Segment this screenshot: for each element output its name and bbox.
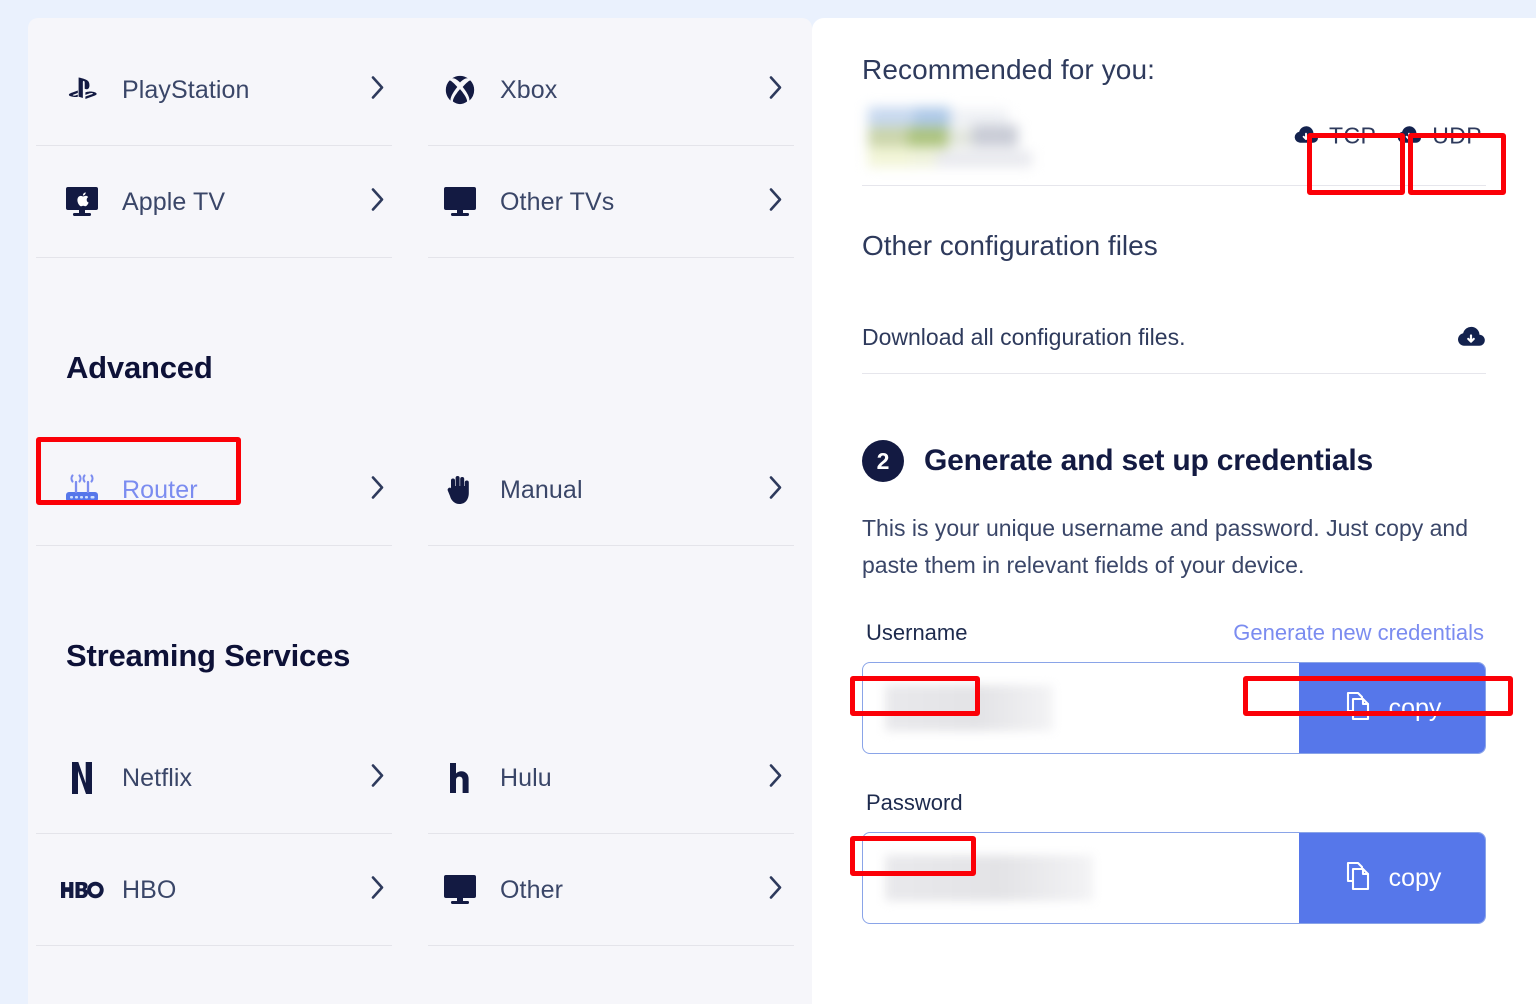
- download-tcp-button[interactable]: TCP: [1289, 116, 1380, 155]
- section-heading-streaming: Streaming Services: [66, 638, 351, 673]
- download-udp-button[interactable]: UDP: [1392, 116, 1486, 155]
- tv-icon: [438, 180, 482, 224]
- chevron-right-icon: [370, 875, 386, 906]
- device-label: Other: [500, 875, 564, 904]
- setup-page: PlayStation Xbox Apple TV Other TVs Adva…: [0, 0, 1536, 1004]
- chevron-right-icon: [768, 75, 784, 106]
- hulu-icon: [438, 756, 482, 800]
- device-label: HBO: [122, 875, 177, 904]
- chevron-right-icon: [768, 763, 784, 794]
- section-heading-advanced: Advanced: [66, 350, 213, 385]
- device-label: Hulu: [500, 763, 552, 792]
- cloud-download-icon: [1396, 126, 1422, 146]
- password-masked-value: [885, 855, 1093, 901]
- step-number-badge: 2: [862, 440, 904, 482]
- device-label: PlayStation: [122, 75, 250, 104]
- download-all-label: Download all configuration files.: [862, 324, 1186, 350]
- cloud-download-icon[interactable]: [1456, 326, 1486, 349]
- username-masked-value: [885, 685, 1053, 731]
- device-item-hulu[interactable]: Hulu: [420, 722, 812, 834]
- device-item-other-tvs[interactable]: Other TVs: [420, 146, 812, 258]
- step-title: Generate and set up credentials: [924, 444, 1373, 477]
- hand-icon: [438, 468, 482, 512]
- download-tcp-label: TCP: [1329, 122, 1377, 148]
- password-value[interactable]: [863, 833, 1299, 923]
- device-label: Netflix: [122, 763, 193, 792]
- netflix-icon: [60, 756, 104, 800]
- username-field[interactable]: copy: [862, 662, 1486, 754]
- recommended-server-row: TCP UDP: [862, 86, 1486, 186]
- download-all-row[interactable]: Download all configuration files.: [862, 302, 1486, 374]
- device-item-router[interactable]: Router: [28, 434, 420, 546]
- password-label-row: Password: [862, 790, 1486, 824]
- download-udp-label: UDP: [1432, 122, 1482, 148]
- copy-icon: [1343, 690, 1373, 727]
- device-item-manual[interactable]: Manual: [420, 434, 812, 546]
- hbo-icon: [60, 868, 104, 912]
- cloud-download-icon: [1293, 126, 1319, 146]
- username-label: Username: [866, 620, 968, 645]
- download-protocol-buttons: TCP UDP: [1289, 116, 1486, 155]
- chevron-right-icon: [768, 187, 784, 218]
- chevron-right-icon: [370, 763, 386, 794]
- copy-password-button[interactable]: copy: [1299, 833, 1485, 923]
- streaming-device-grid: Netflix Hulu HBO Other: [28, 722, 812, 946]
- tv-icon: [438, 868, 482, 912]
- copy-label: copy: [1388, 863, 1442, 892]
- device-item-xbox[interactable]: Xbox: [420, 34, 812, 146]
- copy-username-button[interactable]: copy: [1299, 663, 1485, 753]
- copy-icon: [1343, 860, 1373, 897]
- chevron-right-icon: [370, 187, 386, 218]
- chevron-right-icon: [370, 475, 386, 506]
- step-header: 2 Generate and set up credentials: [862, 440, 1486, 482]
- recommended-heading: Recommended for you:: [862, 54, 1156, 85]
- step-description: This is your unique username and passwor…: [862, 515, 1468, 578]
- top-device-grid: PlayStation Xbox Apple TV Other TVs: [28, 34, 812, 258]
- apple-tv-icon: [60, 180, 104, 224]
- chevron-right-icon: [768, 875, 784, 906]
- configuration-panel: Recommended for you: TCP UDP Other confi…: [812, 18, 1536, 1004]
- copy-label: copy: [1388, 693, 1442, 722]
- device-label: Manual: [500, 475, 583, 504]
- device-item-netflix[interactable]: Netflix: [28, 722, 420, 834]
- device-item-hbo[interactable]: HBO: [28, 834, 420, 946]
- device-label: Xbox: [500, 75, 558, 104]
- username-value[interactable]: [863, 663, 1299, 753]
- username-label-row: Username Generate new credentials: [862, 620, 1486, 654]
- playstation-icon: [60, 68, 104, 112]
- device-item-playstation[interactable]: PlayStation: [28, 34, 420, 146]
- chevron-right-icon: [768, 475, 784, 506]
- device-label: Router: [122, 475, 198, 504]
- advanced-device-grid: Router Manual: [28, 434, 812, 546]
- recommended-server-name: [862, 105, 1072, 167]
- xbox-icon: [438, 68, 482, 112]
- device-item-other[interactable]: Other: [420, 834, 812, 946]
- chevron-right-icon: [370, 75, 386, 106]
- device-item-apple-tv[interactable]: Apple TV: [28, 146, 420, 258]
- password-field[interactable]: copy: [862, 832, 1486, 924]
- device-label: Other TVs: [500, 187, 615, 216]
- other-config-files-heading: Other configuration files: [862, 230, 1158, 261]
- generate-new-credentials-link[interactable]: Generate new credentials: [1233, 620, 1484, 646]
- device-label: Apple TV: [122, 187, 226, 216]
- router-icon: [60, 468, 104, 512]
- password-label: Password: [866, 790, 963, 815]
- device-list-panel: PlayStation Xbox Apple TV Other TVs Adva…: [28, 18, 812, 1004]
